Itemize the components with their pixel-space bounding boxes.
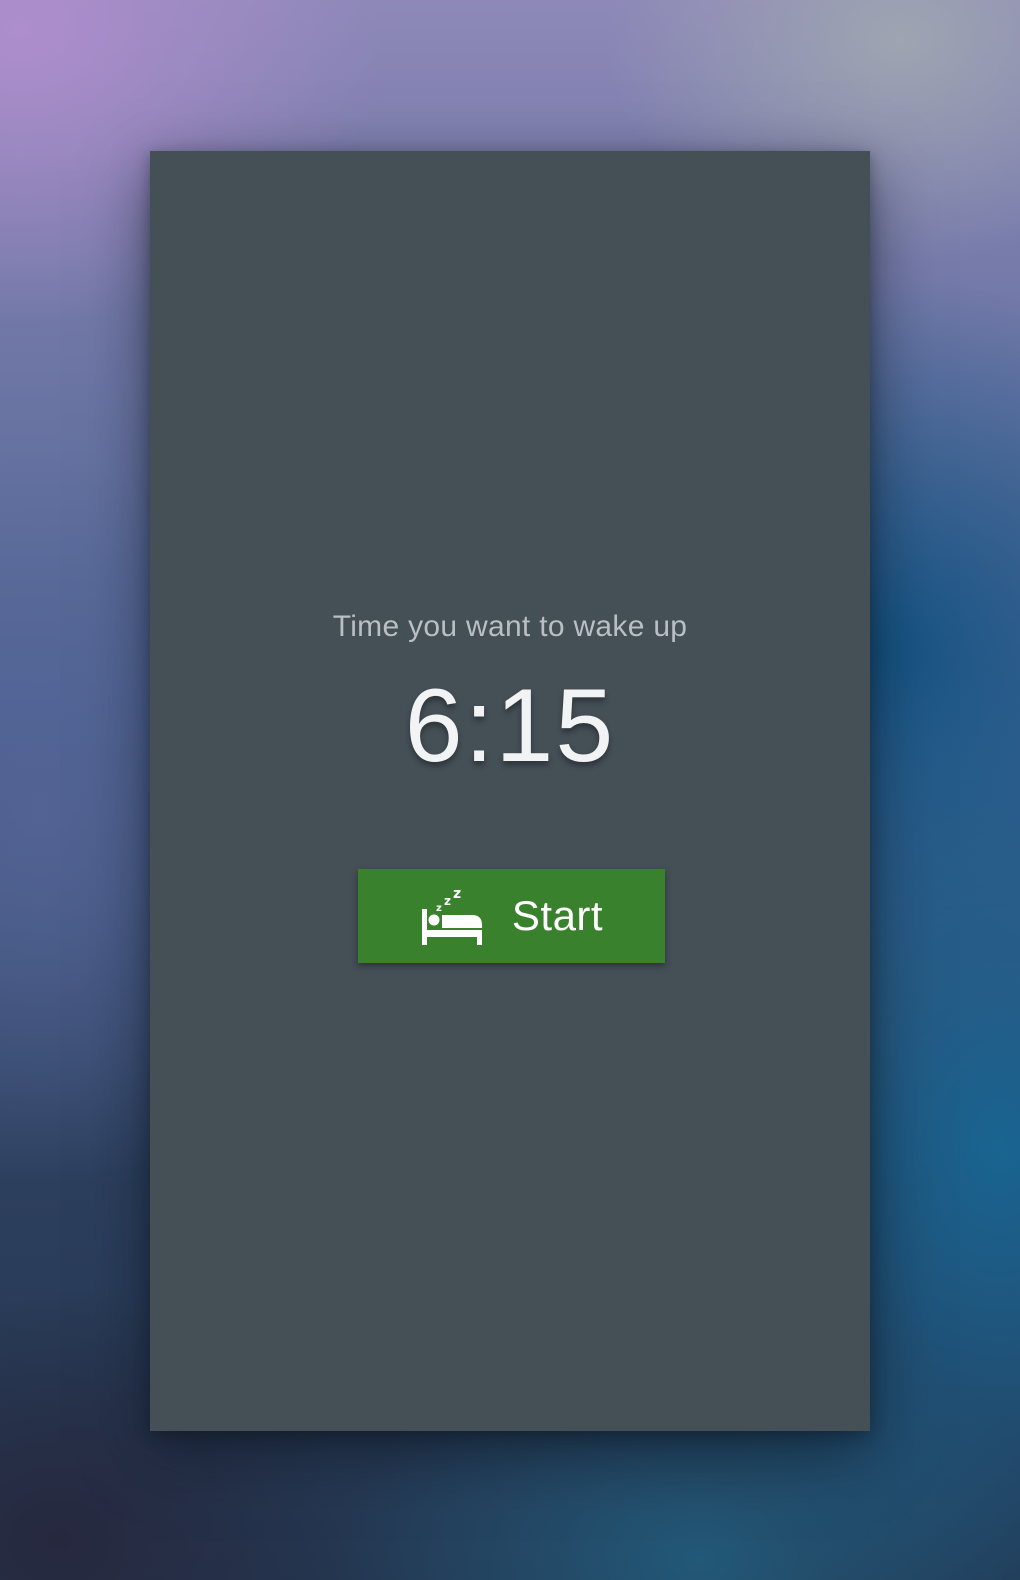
start-button[interactable]: z z z Start xyxy=(358,869,665,963)
bed-sleep-icon: z z z xyxy=(420,886,484,947)
wake-time-display[interactable]: 6:15 xyxy=(150,666,870,786)
wake-time-prompt: Time you want to wake up xyxy=(332,610,688,643)
svg-text:z: z xyxy=(453,887,461,902)
alarm-card: Time you want to wake up 6:15 z z z Star… xyxy=(150,151,870,1431)
start-button-label: Start xyxy=(511,892,604,939)
svg-text:z: z xyxy=(436,903,442,914)
svg-text:z: z xyxy=(444,894,451,908)
